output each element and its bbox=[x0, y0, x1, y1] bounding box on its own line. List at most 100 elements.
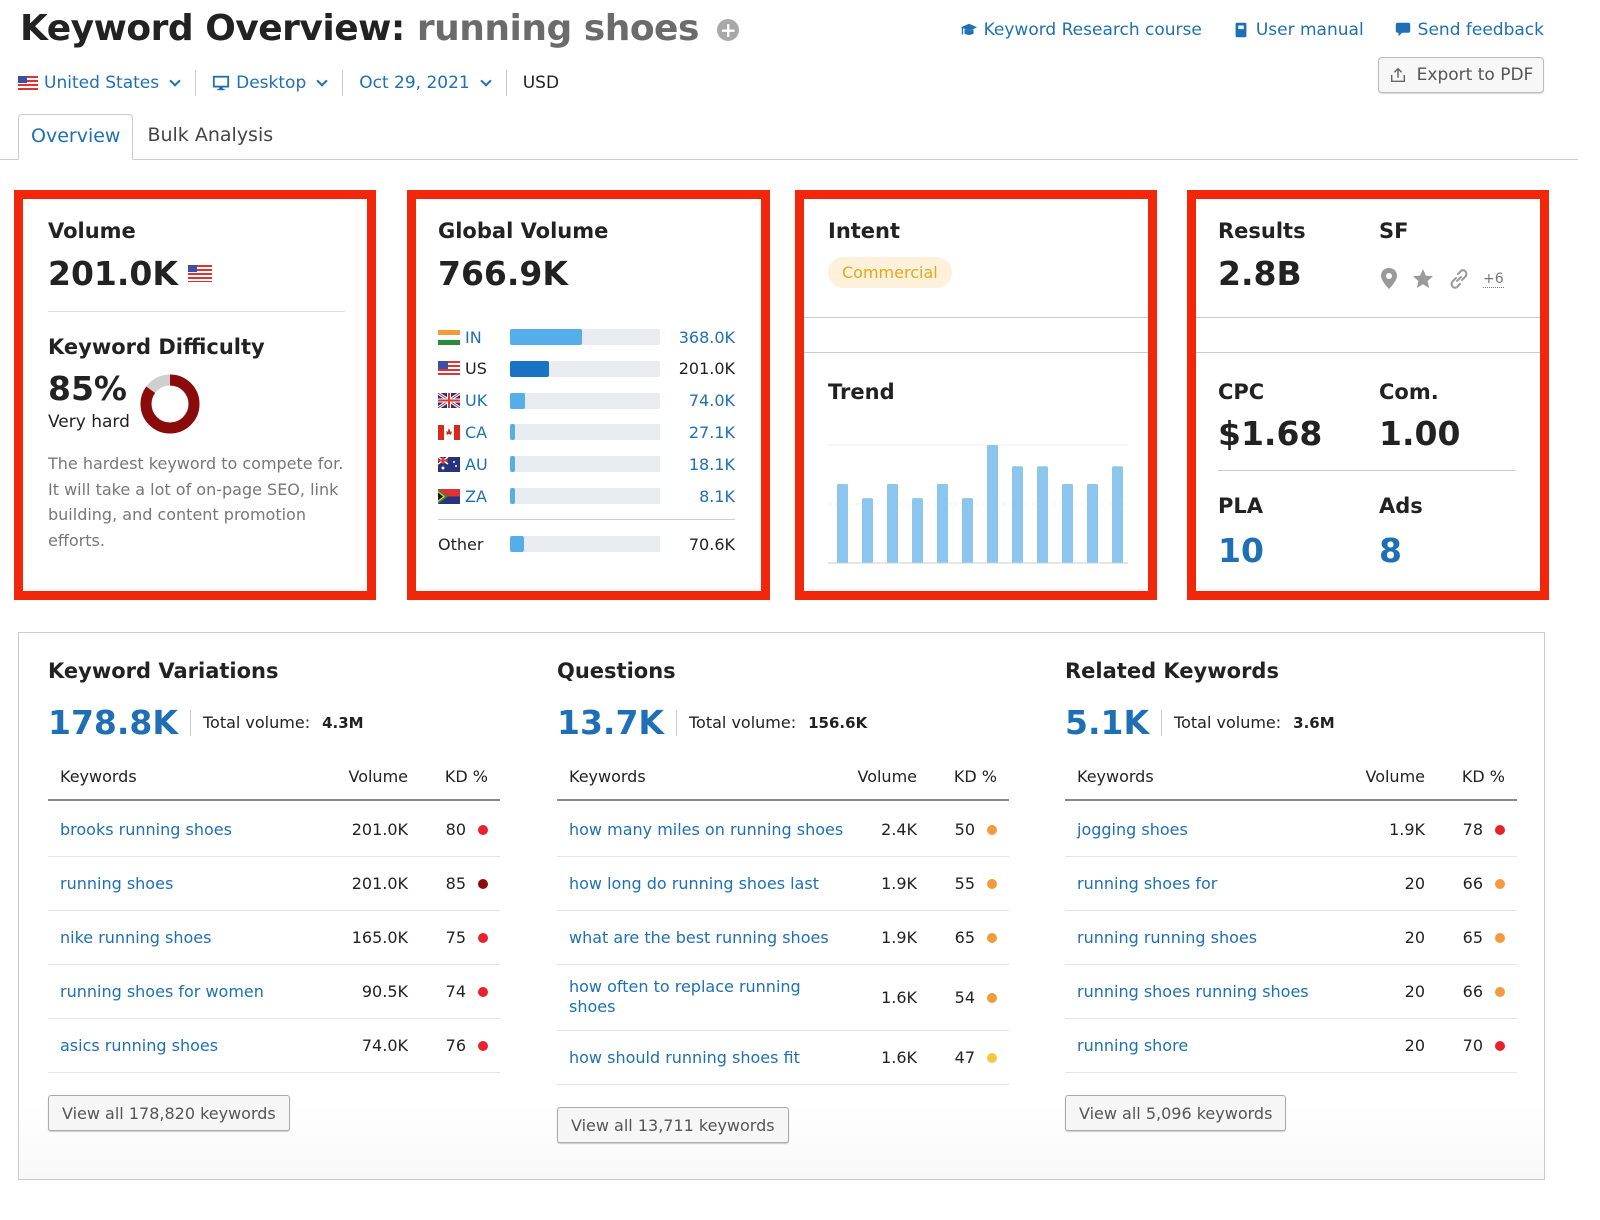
gv-bar bbox=[510, 392, 660, 409]
trend-bar[interactable] bbox=[962, 498, 973, 563]
gv-value[interactable]: 18.1K bbox=[689, 455, 735, 474]
plus-circle-icon[interactable]: + bbox=[716, 19, 739, 41]
trend-bar[interactable] bbox=[1062, 483, 1073, 563]
table-row: running shoes for 20 66 bbox=[1065, 857, 1517, 911]
trend-bar[interactable] bbox=[887, 483, 898, 563]
desktop-icon bbox=[213, 75, 230, 91]
gv-value[interactable]: 8.1K bbox=[699, 487, 735, 506]
keyword-link[interactable]: running shoes for women bbox=[60, 982, 350, 1002]
view-all-button[interactable]: View all 178,820 keywords bbox=[48, 1095, 290, 1131]
gv-row-us: US 201.0K bbox=[438, 358, 735, 380]
country-dropdown[interactable]: United States bbox=[18, 73, 195, 93]
keyword-link[interactable]: nike running shoes bbox=[60, 928, 350, 948]
intent-label: Intent bbox=[828, 219, 901, 243]
table-header: Keywords Volume KD % bbox=[48, 763, 500, 801]
ads-value[interactable]: 8 bbox=[1379, 531, 1402, 570]
send-feedback-link[interactable]: Send feedback bbox=[1394, 20, 1544, 40]
gv-row-uk: UK 74.0K bbox=[438, 390, 735, 412]
pla-value[interactable]: 10 bbox=[1218, 531, 1264, 570]
keyword-link[interactable]: running shore bbox=[1077, 1036, 1367, 1056]
gv-row-other: Other 70.6K bbox=[438, 533, 735, 555]
keyword-link[interactable]: how long do running shoes last bbox=[569, 874, 859, 894]
export-pdf-button[interactable]: Export to PDF bbox=[1378, 57, 1544, 93]
gv-bar-fill bbox=[510, 488, 515, 504]
trend-bar[interactable] bbox=[1112, 466, 1123, 563]
keyword-kd: 55 bbox=[954, 874, 975, 893]
australia-flag-icon bbox=[438, 456, 460, 472]
map-pin-icon[interactable] bbox=[1379, 267, 1399, 291]
trend-bar[interactable] bbox=[1037, 466, 1048, 563]
table-row: how many miles on running shoes 2.4K 50 bbox=[557, 803, 1009, 857]
filter-bar: United States Desktop Oct 29, 2021 USD bbox=[18, 70, 559, 96]
keyword-research-course-link[interactable]: Keyword Research course bbox=[960, 20, 1202, 40]
keyword-link[interactable]: brooks running shoes bbox=[60, 820, 350, 840]
sf-more-count[interactable]: +6 bbox=[1483, 271, 1504, 288]
trend-bar[interactable] bbox=[987, 445, 998, 563]
section-summary: 178.8K Total volume: 4.3M bbox=[48, 703, 364, 742]
keyword-link[interactable]: asics running shoes bbox=[60, 1036, 350, 1056]
link-icon[interactable] bbox=[1447, 267, 1471, 291]
gv-bar bbox=[510, 360, 660, 377]
keyword-link[interactable]: running shoes bbox=[60, 874, 350, 894]
gv-value[interactable]: 74.0K bbox=[689, 391, 735, 410]
keyword-link[interactable]: how many miles on running shoes bbox=[569, 820, 859, 840]
section-count[interactable]: 178.8K bbox=[48, 703, 178, 742]
gv-value[interactable]: 27.1K bbox=[689, 423, 735, 442]
india-flag-icon bbox=[438, 329, 460, 345]
total-volume-label: Total volume: bbox=[202, 713, 311, 732]
gv-bar bbox=[510, 456, 660, 473]
trend-bar[interactable] bbox=[1012, 466, 1023, 563]
keyword-volume: 1.6K bbox=[881, 988, 917, 1007]
keyword-volume: 20 bbox=[1404, 874, 1425, 893]
device-dropdown[interactable]: Desktop bbox=[196, 73, 342, 93]
keyword-link[interactable]: running shoes running shoes bbox=[1077, 982, 1367, 1002]
gv-other-bar-fill bbox=[510, 536, 524, 552]
keyword-volume: 20 bbox=[1404, 982, 1425, 1001]
gv-country-code: AU bbox=[465, 454, 488, 474]
trend-bar[interactable] bbox=[862, 498, 873, 563]
keyword-link[interactable]: how often to replace running shoes bbox=[569, 977, 804, 1017]
date-dropdown[interactable]: Oct 29, 2021 bbox=[343, 73, 506, 93]
section-count[interactable]: 13.7K bbox=[557, 703, 664, 742]
section-count[interactable]: 5.1K bbox=[1065, 703, 1149, 742]
results-value: 2.8B bbox=[1218, 254, 1302, 293]
volume-value: 201.0K bbox=[48, 254, 178, 293]
keyword-link[interactable]: running shoes for bbox=[1077, 874, 1367, 894]
trend-bar[interactable] bbox=[837, 483, 848, 563]
view-all-button[interactable]: View all 5,096 keywords bbox=[1065, 1095, 1287, 1131]
section-title: Related Keywords bbox=[1065, 659, 1279, 683]
view-all-button[interactable]: View all 13,711 keywords bbox=[557, 1107, 789, 1143]
gv-country[interactable]: AU bbox=[438, 455, 490, 474]
kd-indicator-dot bbox=[478, 1041, 488, 1051]
tab-overview[interactable]: Overview bbox=[18, 114, 134, 160]
gv-value[interactable]: 368.0K bbox=[679, 328, 735, 347]
keyword-link[interactable]: what are the best running shoes bbox=[569, 928, 859, 948]
page-title: Keyword Overview: running shoes + bbox=[20, 8, 739, 49]
tab-divider bbox=[0, 159, 1578, 160]
trend-bar[interactable] bbox=[912, 498, 923, 563]
gv-bar-fill bbox=[510, 329, 582, 345]
us-flag-icon bbox=[18, 76, 38, 90]
gv-bar bbox=[510, 329, 660, 345]
divider bbox=[189, 709, 191, 736]
gv-country[interactable]: UK bbox=[438, 391, 490, 410]
gv-country[interactable]: ZA bbox=[438, 487, 490, 506]
star-icon[interactable] bbox=[1411, 267, 1435, 291]
volume-label: Volume bbox=[48, 219, 136, 243]
volume-value-wrap: 201.0K bbox=[48, 254, 212, 293]
keyword-volume: 90.5K bbox=[361, 982, 408, 1001]
user-manual-link[interactable]: User manual bbox=[1232, 20, 1364, 40]
keyword-link[interactable]: how should running shoes fit bbox=[569, 1048, 859, 1068]
tab-bulk-analysis[interactable]: Bulk Analysis bbox=[133, 114, 285, 160]
uk-flag-icon bbox=[438, 393, 460, 409]
keyword-volume: 165.0K bbox=[351, 928, 408, 947]
gv-country[interactable]: CA bbox=[438, 423, 490, 442]
gv-country[interactable]: IN bbox=[438, 328, 490, 347]
upload-icon bbox=[1390, 67, 1405, 83]
keyword-link[interactable]: running running shoes bbox=[1077, 928, 1367, 948]
trend-bar[interactable] bbox=[937, 483, 948, 563]
keyword-link[interactable]: jogging shoes bbox=[1077, 820, 1367, 840]
send-feedback-label: Send feedback bbox=[1417, 20, 1544, 40]
trend-bar[interactable] bbox=[1087, 483, 1098, 563]
sf-label: SF bbox=[1379, 219, 1409, 243]
